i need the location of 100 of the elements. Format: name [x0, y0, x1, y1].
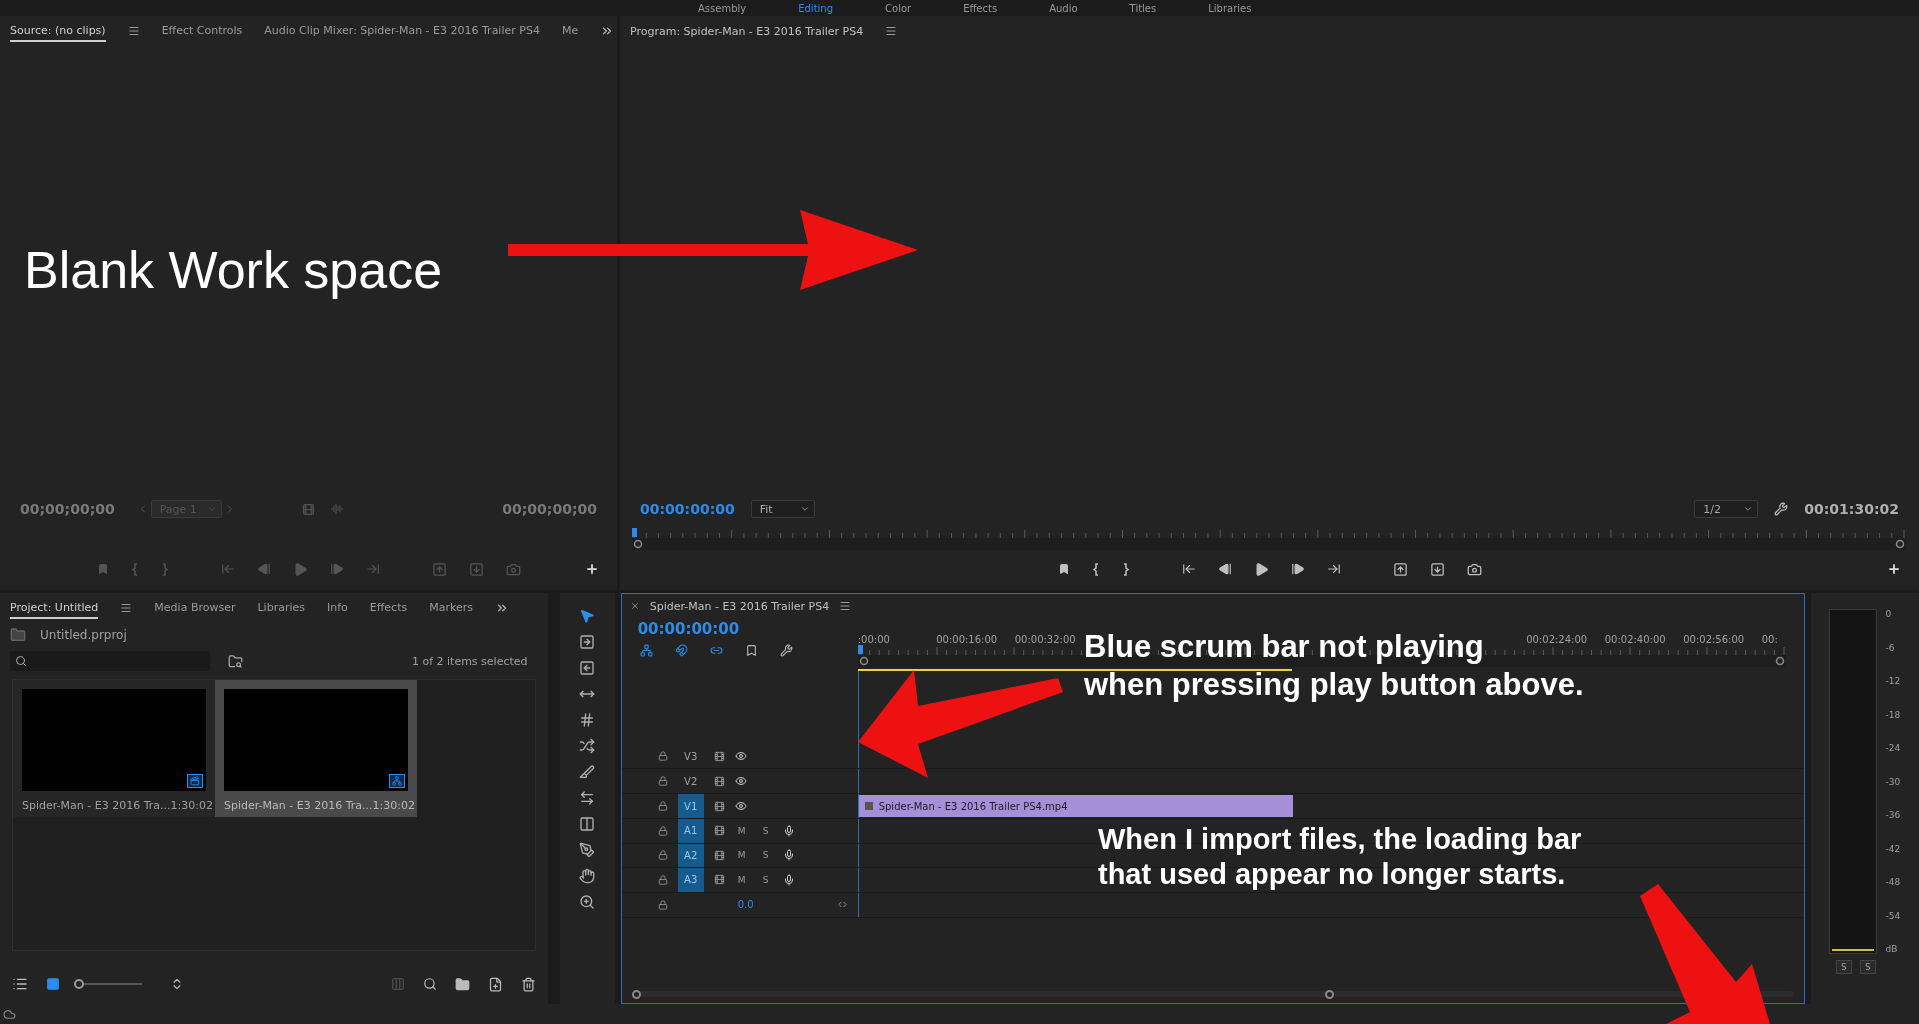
pointer-tool[interactable] [579, 607, 596, 624]
media-item[interactable]: Spider-Man - E3 2016 Tra...1:30:02 [13, 680, 215, 817]
menu-icon[interactable] [839, 600, 852, 612]
close-icon[interactable] [629, 601, 640, 611]
lock-icon[interactable] [657, 874, 668, 885]
workspace-tab[interactable]: Effects [963, 1, 998, 15]
workspace-tab[interactable]: Color [885, 1, 912, 15]
panel-tab[interactable]: Project: Untitled [10, 597, 99, 619]
mic-icon[interactable] [782, 873, 795, 886]
add-button[interactable] [1887, 562, 1901, 576]
folder-up-icon[interactable] [10, 627, 26, 643]
workspace-tab[interactable]: Titles [1129, 1, 1157, 15]
marker-button[interactable] [1057, 563, 1070, 575]
snap-toggle[interactable] [674, 644, 688, 657]
lock-icon[interactable] [657, 825, 668, 836]
razor-tool[interactable] [579, 763, 596, 780]
cloud-icon[interactable] [3, 1007, 16, 1021]
solo-button[interactable]: S [758, 874, 773, 885]
mic-icon[interactable] [782, 824, 795, 837]
go-to-in-button[interactable] [1181, 562, 1196, 576]
sync-lock-icon[interactable] [713, 775, 725, 787]
sync-lock-icon[interactable] [713, 825, 725, 837]
lock-icon[interactable] [657, 751, 668, 761]
media-item[interactable]: Spider-Man - E3 2016 Tra...1:30:02 [215, 680, 417, 817]
mark-in-button[interactable] [1091, 562, 1100, 576]
zoom-dropdown[interactable]: Fit [750, 500, 815, 518]
wrench-icon[interactable] [1774, 502, 1789, 516]
mic-icon[interactable] [782, 849, 795, 862]
rolling-edit-tool[interactable] [579, 711, 596, 728]
camera-button[interactable] [1466, 561, 1482, 577]
panel-tab[interactable]: Audio Clip Mixer: Spider-Man - E3 2016 Trailer PS4 [264, 20, 540, 42]
slide-tool[interactable] [579, 815, 596, 832]
lock-icon[interactable] [657, 776, 668, 786]
new-bin-icon[interactable] [454, 976, 470, 992]
lock-icon[interactable] [657, 899, 668, 910]
sync-lock-icon[interactable] [713, 800, 725, 812]
add-marker-button[interactable] [744, 644, 758, 657]
step-forward-button[interactable] [1290, 562, 1305, 576]
lift-button[interactable] [1392, 561, 1408, 577]
solo-button[interactable]: S [758, 850, 773, 861]
find-in-bin-icon[interactable] [228, 653, 243, 669]
workspace-tab[interactable]: Libraries [1208, 1, 1252, 15]
sync-lock-icon[interactable] [713, 849, 725, 861]
mute-button[interactable]: M [734, 874, 749, 885]
solo-button[interactable]: S [1835, 960, 1852, 974]
play-button[interactable] [1253, 561, 1269, 577]
timeline-settings-button[interactable] [779, 644, 793, 657]
solo-button[interactable]: S [758, 825, 773, 836]
horizontal-scrollbar[interactable] [631, 991, 1794, 997]
nest-toggle[interactable] [639, 644, 653, 657]
panel-tab[interactable]: Me [561, 20, 579, 42]
workspace-tab[interactable]: Audio [1049, 1, 1078, 15]
master-level[interactable]: 0.0 [737, 899, 754, 910]
panel-tab[interactable]: Effects [369, 597, 408, 619]
resolution-dropdown[interactable]: 1/2 [1694, 500, 1759, 518]
eye-icon[interactable] [734, 775, 747, 787]
video-clip[interactable]: Spider-Man - E3 2016 Trailer PS4.mp4 [858, 795, 1293, 817]
mark-out-button[interactable] [1121, 562, 1130, 576]
go-to-out-button[interactable] [1326, 562, 1341, 576]
menu-icon[interactable] [127, 25, 140, 37]
sync-lock-icon[interactable] [713, 750, 725, 762]
eye-icon[interactable] [734, 750, 747, 762]
track-target[interactable]: A3 [677, 868, 704, 892]
lock-icon[interactable] [657, 801, 668, 811]
panel-tab[interactable]: Effect Controls [161, 20, 243, 42]
hand-tool[interactable] [579, 867, 596, 884]
sync-lock-icon[interactable] [713, 874, 725, 886]
step-back-button[interactable] [1217, 562, 1232, 576]
panel-tab[interactable]: Libraries [257, 597, 305, 619]
track-select-forward-tool[interactable] [579, 633, 596, 650]
trash-icon[interactable] [520, 976, 536, 992]
search-icon[interactable] [422, 977, 437, 991]
list-view-icon[interactable] [12, 976, 28, 992]
track-target[interactable]: A2 [677, 843, 704, 867]
zoom-tool[interactable] [579, 893, 596, 910]
panel-tab[interactable]: Media Browser [154, 597, 236, 619]
pen-tool[interactable] [579, 841, 596, 858]
workspace-tab[interactable]: Assembly [698, 1, 747, 15]
new-item-icon[interactable] [487, 976, 503, 992]
icon-view-icon[interactable] [46, 977, 60, 991]
eye-icon[interactable] [734, 800, 747, 812]
search-field[interactable] [10, 651, 210, 671]
menu-icon[interactable] [120, 602, 133, 614]
menu-icon[interactable] [885, 25, 898, 37]
track-select-backward-tool[interactable] [579, 659, 596, 676]
slip-tool[interactable] [579, 789, 596, 806]
mute-button[interactable]: M [734, 825, 749, 836]
extract-button[interactable] [1429, 561, 1445, 577]
panel-tab[interactable]: Info [327, 597, 348, 619]
linked-selection-toggle[interactable] [709, 644, 723, 657]
workspace-tab[interactable]: Editing [798, 1, 834, 15]
sequence-tab[interactable]: Spider-Man - E3 2016 Trailer PS4 [649, 599, 830, 613]
track-target[interactable]: V2 [677, 769, 704, 793]
panel-tab[interactable]: Source: (no clips) [10, 20, 106, 42]
solo-button[interactable]: S [1859, 960, 1876, 974]
mute-button[interactable]: M [734, 850, 749, 861]
lock-icon[interactable] [657, 850, 668, 861]
slider-thumb[interactable] [74, 979, 84, 989]
track-target[interactable]: V1 [677, 794, 704, 818]
track-target[interactable]: V3 [677, 744, 704, 768]
